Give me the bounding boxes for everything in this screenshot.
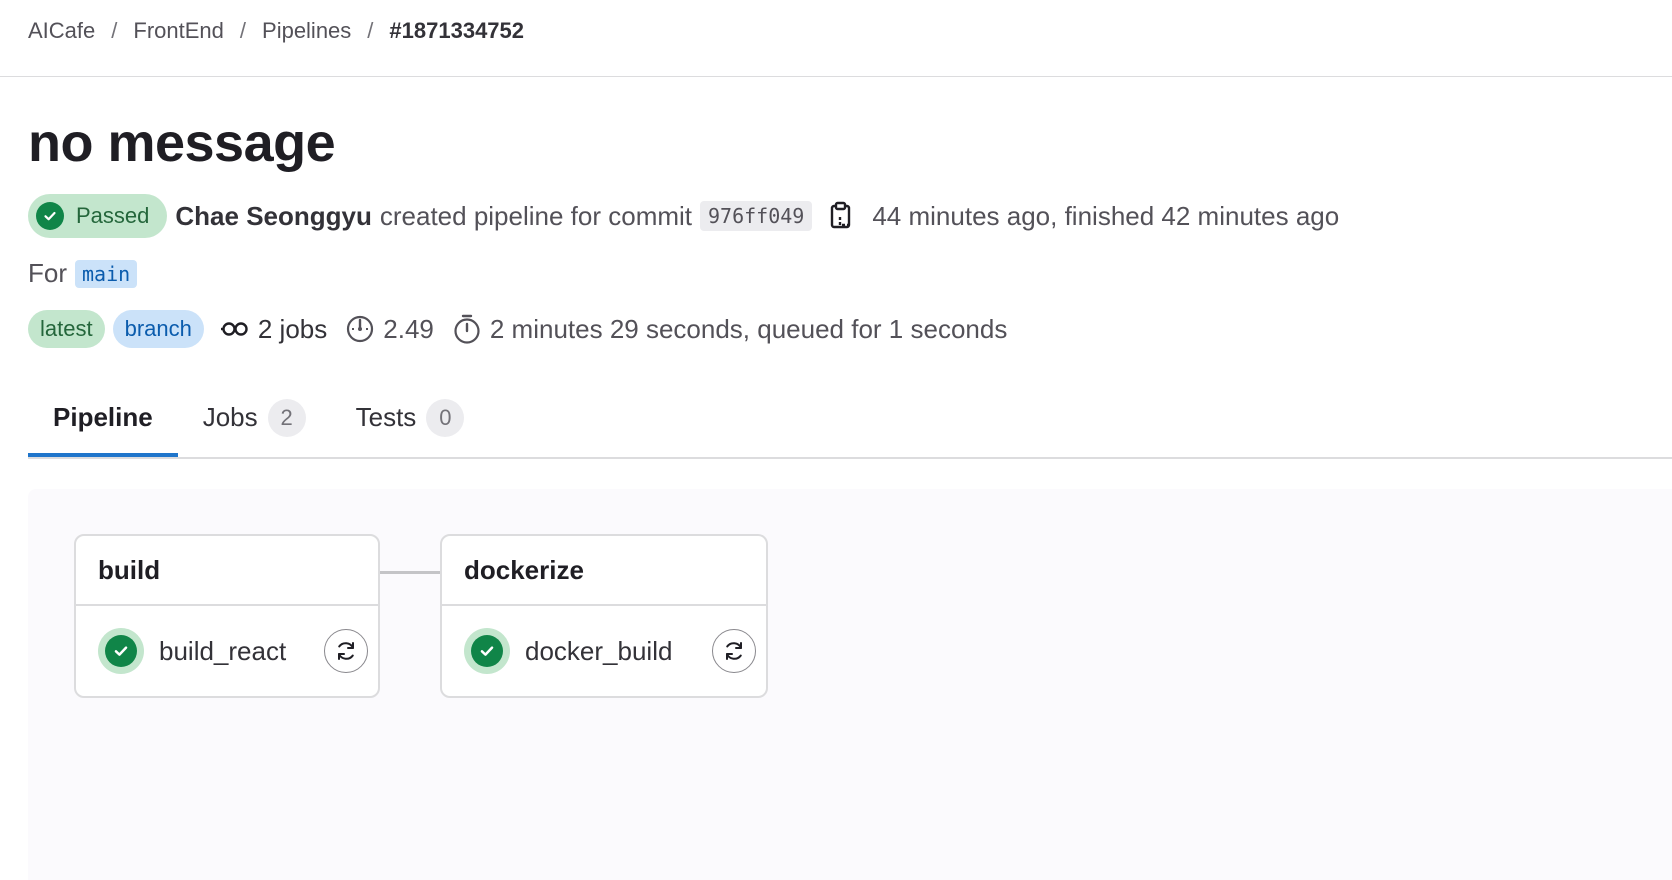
tab-count-badge: 2 (267, 398, 306, 437)
pipeline-badges: latest branch 2 jobs 2.49 2 minutes 29 s… (28, 309, 1017, 349)
breadcrumb-separator: / (239, 18, 247, 43)
latest-badge: latest (28, 310, 105, 348)
pipeline-time: 44 minutes ago, finished 42 minutes ago (872, 200, 1340, 231)
tab-label: Pipeline (53, 402, 153, 432)
breadcrumb-separator: / (367, 18, 374, 43)
check-circle-icon (471, 635, 503, 667)
job-name[interactable]: build_react (159, 636, 324, 667)
retry-button[interactable] (324, 629, 368, 673)
stage-connector (378, 571, 440, 574)
breadcrumb-item-current[interactable]: #1871334752 (389, 18, 524, 44)
compute-minutes: 2.49 (383, 313, 434, 344)
breadcrumb: AICafe / FrontEnd / Pipelines / #1871334… (28, 18, 524, 44)
stage-title: dockerize (442, 536, 766, 606)
pipeline-icon (220, 322, 248, 336)
timer-icon (454, 314, 480, 344)
check-circle-icon (36, 202, 64, 230)
status-label: Passed (76, 203, 150, 228)
breadcrumb-item-project[interactable]: FrontEnd (133, 18, 224, 44)
breadcrumb-item-group[interactable]: AICafe (28, 18, 95, 44)
meta-action-text: created pipeline for commit (379, 200, 693, 231)
job-status-success (98, 628, 144, 674)
pipeline-meta: Passed Chae Seonggyu created pipeline fo… (28, 193, 1339, 239)
job-item-build-react[interactable]: build_react (76, 606, 378, 696)
ref-row: For main (28, 258, 138, 289)
gauge-icon (347, 315, 374, 343)
stage-title: build (76, 536, 378, 606)
duration-text: 2 minutes 29 seconds, queued for 1 secon… (489, 313, 1008, 344)
tab-count-badge: 0 (426, 398, 465, 437)
job-status-success (464, 628, 510, 674)
pipeline-tabs: Pipeline Jobs 2 Tests 0 (28, 380, 1672, 459)
tab-label: Tests (355, 402, 417, 432)
tab-jobs[interactable]: Jobs 2 (178, 380, 331, 455)
pipeline-page: AICafe / FrontEnd / Pipelines / #1871334… (0, 0, 1672, 880)
retry-icon (726, 642, 742, 660)
tab-label: Jobs (202, 402, 258, 432)
commit-sha-link[interactable]: 976ff049 (700, 201, 813, 231)
breadcrumb-item-pipelines[interactable]: Pipelines (262, 18, 351, 44)
breadcrumb-separator: / (111, 18, 118, 43)
branch-link[interactable]: main (75, 259, 138, 288)
duration-info: 2 minutes 29 seconds, queued for 1 secon… (452, 313, 1007, 345)
page-title: no message (28, 113, 336, 173)
pipeline-graph: build build_react dockerize docker_build (28, 489, 1672, 880)
stage-dockerize: dockerize docker_build (440, 534, 768, 698)
retry-button[interactable] (712, 629, 756, 673)
clipboard-icon[interactable] (828, 201, 854, 231)
header-divider (0, 76, 1672, 77)
job-item-docker-build[interactable]: docker_build (442, 606, 766, 696)
author-link[interactable]: Chae Seonggyu (175, 201, 371, 232)
status-badge[interactable]: Passed (28, 194, 168, 238)
stage-build: build build_react (74, 534, 380, 698)
branch-badge: branch (112, 310, 204, 348)
jobs-count: 2 jobs (257, 313, 328, 344)
ref-prefix: For (28, 258, 67, 288)
job-name[interactable]: docker_build (525, 636, 712, 667)
compute-info: 2.49 (345, 314, 434, 345)
tab-pipeline[interactable]: Pipeline (28, 380, 178, 457)
tab-tests[interactable]: Tests 0 (331, 380, 490, 455)
check-circle-icon (105, 635, 137, 667)
jobs-info: 2 jobs (220, 314, 327, 345)
retry-icon (338, 642, 354, 660)
